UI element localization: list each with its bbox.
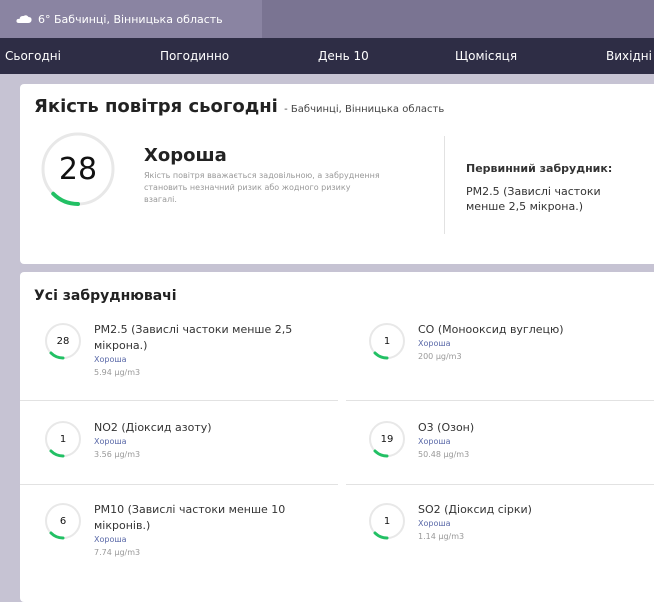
pollutant-value: 28 — [56, 335, 70, 347]
location-subtitle: - Бабчинці, Вінницька область — [284, 104, 445, 115]
aqi-value: 28 — [58, 151, 98, 187]
pollutant-amount: 7.74 µg/m3 — [94, 548, 141, 557]
tab-monthly[interactable]: Щомісяця — [455, 38, 517, 74]
pollutant-amount: 5.94 µg/m3 — [94, 368, 141, 377]
divider — [444, 136, 445, 234]
divider — [20, 400, 338, 401]
pollutant-status: Хороша — [94, 437, 127, 446]
pollutant-name: O3 (Озон) — [418, 421, 475, 434]
divider — [346, 400, 654, 401]
divider — [20, 484, 338, 485]
divider — [346, 484, 654, 485]
tab-10-day[interactable]: День 10 — [318, 38, 369, 74]
pollutant-amount: 3.56 µg/m3 — [94, 450, 141, 459]
primary-pollutant-label: Первинний забрудник: — [466, 162, 613, 175]
page-title: Якість повітря сьогодні - Бабчинці, Вінн… — [34, 96, 445, 117]
pollutant-name: PM10 (Завислі частоки менше 10 мікронів.… — [94, 503, 286, 532]
pollutant-name: CO (Монооксид вуглецю) — [418, 323, 564, 336]
tab-hourly[interactable]: Погодинно — [160, 38, 229, 74]
pollutant-value: 1 — [383, 515, 391, 527]
pollutant-name: NO2 (Діоксид азоту) — [94, 421, 212, 434]
aqi-status: Хороша — [144, 145, 227, 166]
current-location[interactable]: 6° Бабчинці, Вінницька область — [0, 0, 262, 38]
pollutant-name: SO2 (Діоксид сірки) — [418, 503, 532, 516]
primary-pollutant-value: PM2.5 (Завислі частоки менше 2,5 мікрона… — [466, 185, 601, 213]
pollutant-amount: 1.14 µg/m3 — [418, 532, 465, 541]
pollutant-value: 1 — [59, 433, 67, 445]
cloud-icon — [16, 15, 32, 23]
pollutant-value: 6 — [59, 515, 67, 527]
pollutant-value: 1 — [383, 335, 391, 347]
tab-weekend[interactable]: Вихідні — [606, 38, 652, 74]
tab-today[interactable]: Сьогодні — [5, 38, 61, 74]
pollutant-status: Хороша — [94, 355, 127, 364]
pollutants-card: Усі забруднювачі 28 PM2.5 (Завислі часто… — [20, 272, 654, 602]
pollutant-status: Хороша — [418, 519, 451, 528]
aqi-description: Якість повітря вважається задовільною, а… — [144, 171, 380, 204]
location-bar: 6° Бабчинці, Вінницька область — [0, 0, 654, 38]
location-text: 6° Бабчинці, Вінницька область — [38, 12, 223, 26]
pollutant-status: Хороша — [418, 437, 451, 446]
air-quality-card: Якість повітря сьогодні - Бабчинці, Вінн… — [20, 84, 654, 264]
pollutant-status: Хороша — [418, 339, 451, 348]
pollutant-name: PM2.5 (Завислі частоки менше 2,5 мікрона… — [94, 323, 293, 352]
nav-bar: Сьогодні Погодинно День 10 Щомісяця Вихі… — [0, 38, 654, 74]
pollutant-amount: 200 µg/m3 — [418, 352, 462, 361]
pollutant-status: Хороша — [94, 535, 127, 544]
pollutants-title: Усі забруднювачі — [34, 288, 177, 304]
pollutant-value: 19 — [380, 433, 394, 445]
pollutant-amount: 50.48 µg/m3 — [418, 450, 470, 459]
